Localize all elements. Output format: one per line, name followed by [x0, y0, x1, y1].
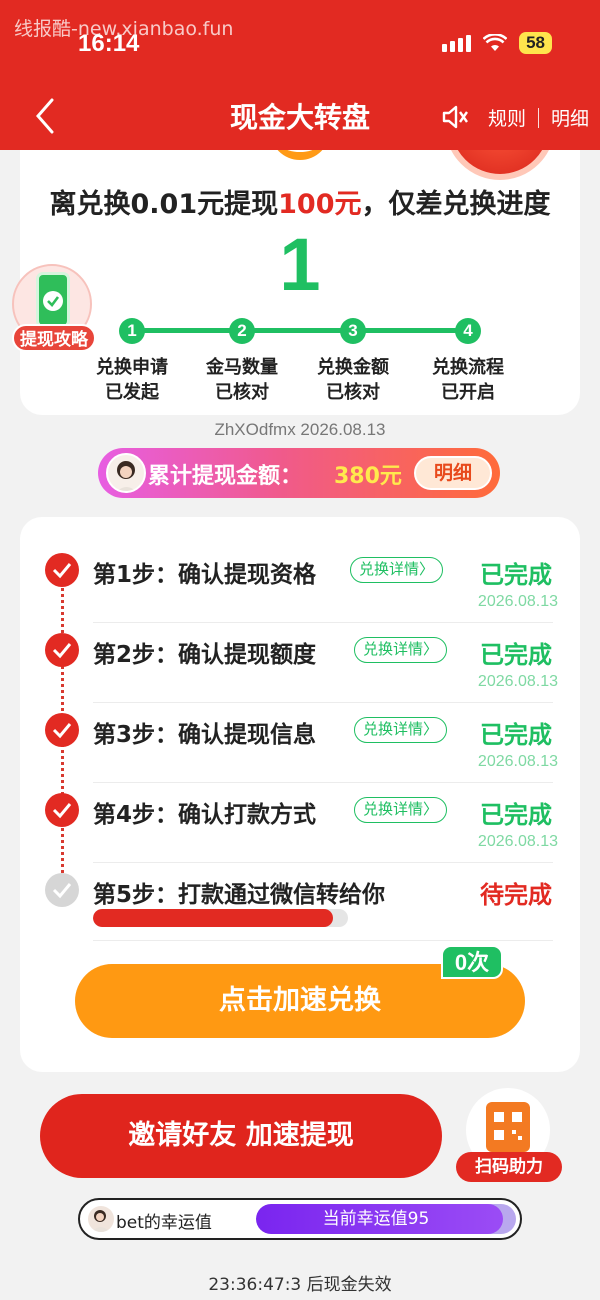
- back-button[interactable]: [30, 96, 60, 136]
- milestone-node-2: 2: [229, 318, 255, 344]
- step-title: 第2步：确认提现额度: [93, 642, 317, 668]
- battery-indicator: 58: [519, 32, 552, 54]
- luck-bar: bet的幸运值 当前幸运值95: [78, 1198, 522, 1240]
- total-amount: 380元: [334, 464, 402, 489]
- milestone-node-4: 4: [455, 318, 481, 344]
- milestone-line: [132, 328, 468, 333]
- details-link[interactable]: 明细: [551, 104, 589, 131]
- count-badge: 0次: [441, 945, 503, 979]
- scan-help-label: 扫码助力: [456, 1152, 562, 1182]
- step-title: 第4步：确认打款方式: [93, 802, 317, 828]
- milestone-node-1: 1: [119, 318, 145, 344]
- phone-wechat-icon: [36, 272, 70, 328]
- user-code-date: ZhXOdfmx 2026.08.13: [214, 420, 386, 439]
- step-detail-button[interactable]: 兑换详情〉: [354, 717, 448, 743]
- total-label: 累计提现金额：: [148, 464, 303, 489]
- total-detail-button[interactable]: 明细: [414, 456, 492, 490]
- milestone-label-line1: 兑换金额: [317, 357, 389, 378]
- step-row: 第3步：确认提现信息 兑换详情〉 已完成 2026.08.13: [20, 697, 580, 777]
- guide-label: 提现攻略: [12, 324, 96, 352]
- decoration-badge: [445, 150, 555, 180]
- withdraw-guide-button[interactable]: 提现攻略: [8, 262, 96, 354]
- progress-headline: 离兑换0.01元提现100元，仅差兑换进度: [20, 182, 580, 221]
- scan-help-button[interactable]: 扫码助力: [456, 1088, 564, 1184]
- step-row: 第2步：确认提现额度 兑换详情〉 已完成 2026.08.13: [20, 617, 580, 697]
- divider: [538, 107, 540, 128]
- header-bar: 线报酷-new.xianbao.fun 16:14 58 现金大转盘 规则 明细: [0, 0, 600, 150]
- avatar: [106, 453, 146, 493]
- check-icon: [45, 553, 79, 587]
- speaker-icon: [442, 105, 468, 129]
- milestone-label-1: 兑换申请 已发起: [77, 355, 187, 405]
- milestone-label-line1: 兑换流程: [432, 357, 504, 378]
- milestone-label-line1: 兑换申请: [96, 357, 168, 378]
- remaining-count: 1: [279, 223, 321, 306]
- check-icon: [45, 793, 79, 827]
- step-title: 第5步：打款通过微信转给你: [93, 882, 386, 908]
- step-detail-button[interactable]: 兑换详情〉: [354, 797, 448, 823]
- step-status: 已完成: [480, 801, 552, 829]
- milestone-label-line2: 已发起: [105, 382, 159, 403]
- milestone-label-line2: 已开启: [441, 382, 495, 403]
- cellular-signal-icon: [442, 34, 472, 52]
- total-withdrawn-bar: 累计提现金额： 380元 明细: [98, 448, 500, 498]
- milestone-label-line2: 已核对: [326, 382, 380, 403]
- rules-link[interactable]: 规则: [488, 104, 526, 131]
- milestone-label-3: 兑换金额 已核对: [298, 355, 408, 405]
- step-status: 已完成: [480, 641, 552, 669]
- step-date: 2026.08.13: [477, 833, 558, 850]
- step-date: 2026.08.13: [477, 593, 558, 610]
- headline-suffix: ，仅差兑换进度: [361, 189, 551, 220]
- step-status: 已完成: [480, 721, 552, 749]
- step-date: 2026.08.13: [477, 673, 558, 690]
- step5-progress-bar: [93, 909, 348, 927]
- milestone-label-2: 金马数量 已核对: [187, 355, 297, 405]
- milestone-label-line2: 已核对: [215, 382, 269, 403]
- milestone-label-4: 兑换流程 已开启: [413, 355, 523, 405]
- status-icons: 58: [442, 32, 552, 54]
- chevron-left-icon: [36, 98, 54, 134]
- invite-friends-button[interactable]: 邀请好友 加速提现: [40, 1094, 442, 1178]
- steps-card: 第1步：确认提现资格 兑换详情〉 已完成 2026.08.13 第2步：确认提现…: [20, 517, 580, 1072]
- check-icon: [45, 633, 79, 667]
- step-row: 第1步：确认提现资格 兑换详情〉 已完成 2026.08.13: [20, 537, 580, 617]
- luck-label: bet的幸运值: [116, 1213, 212, 1233]
- wifi-icon: [483, 34, 508, 51]
- step-detail-button[interactable]: 兑换详情〉: [354, 637, 448, 663]
- check-icon: [45, 713, 79, 747]
- avatar: [88, 1206, 114, 1232]
- step-title: 第1步：确认提现资格: [93, 562, 317, 588]
- step-row: 第4步：确认打款方式 兑换详情〉 已完成 2026.08.13: [20, 777, 580, 857]
- row-divider: [93, 940, 553, 941]
- decoration-ring: [270, 150, 330, 160]
- milestone-node-3: 3: [340, 318, 366, 344]
- step-status: 待完成: [480, 881, 552, 909]
- luck-meter-text: 当前幸运值95: [322, 1209, 430, 1229]
- check-icon: [45, 873, 79, 907]
- step-title: 第3步：确认提现信息: [93, 722, 317, 748]
- milestone-label-line1: 金马数量: [206, 357, 278, 378]
- step-detail-button[interactable]: 兑换详情〉: [350, 557, 444, 583]
- summary-card: 离兑换0.01元提现100元，仅差兑换进度 1 1 2 3 4 兑换申请 已发起…: [20, 150, 580, 415]
- step5-progress-fill: [93, 909, 333, 927]
- qr-code-icon: [486, 1102, 530, 1152]
- luck-meter: 当前幸运值95: [256, 1204, 516, 1234]
- headline-amount: 100元: [278, 189, 362, 220]
- expire-countdown: 23:36:47:3 后现金失效: [208, 1275, 392, 1295]
- status-time: 16:14: [78, 30, 140, 57]
- step-date: 2026.08.13: [477, 753, 558, 770]
- headline-prefix: 离兑换0.01元提现: [49, 189, 279, 220]
- step-status: 已完成: [480, 561, 552, 589]
- header-links: 规则 明细: [488, 104, 589, 131]
- speaker-button[interactable]: [440, 102, 470, 132]
